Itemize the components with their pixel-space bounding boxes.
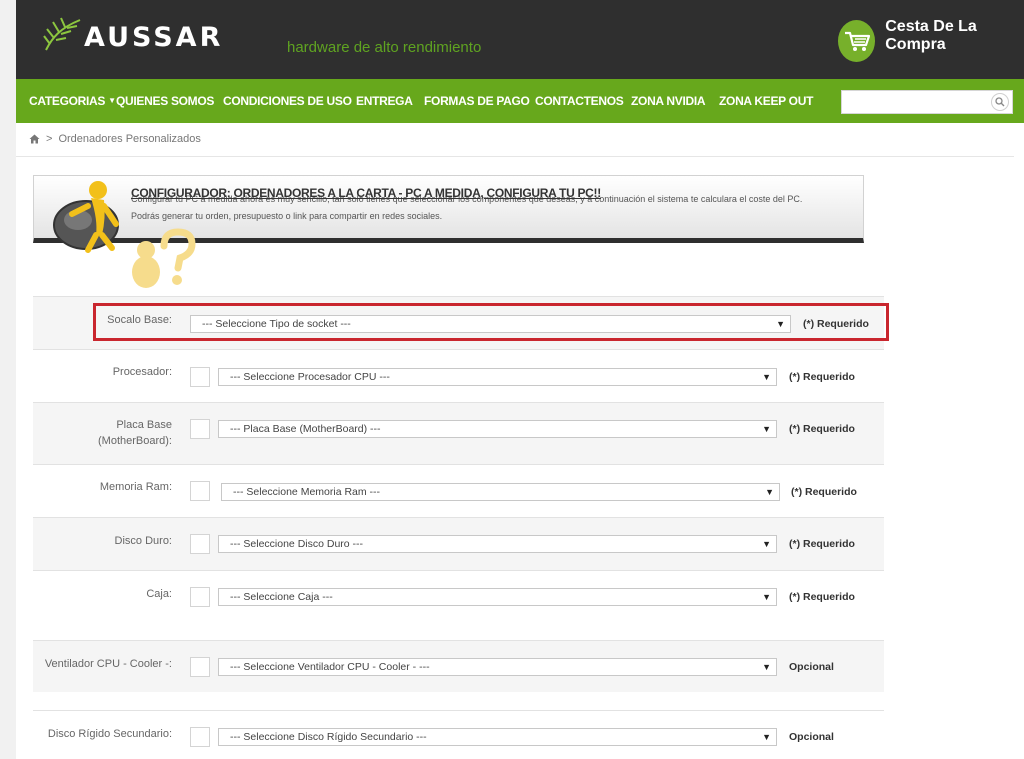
- field-label: Disco Duro:: [114, 535, 172, 547]
- field-label: Procesador:: [112, 366, 172, 378]
- fern-logo-icon: [43, 17, 81, 51]
- left-margin-strip: [0, 0, 16, 759]
- chevron-down-icon: ▼: [762, 372, 771, 382]
- nav-item-condiciones-de-uso[interactable]: CONDICIONES DE USO: [223, 79, 352, 123]
- form-row-memoria-ram: Memoria Ram: --- Seleccione Memoria Ram …: [33, 464, 884, 517]
- main-nav: CATEGORIAS ▼ QUIENES SOMOS CONDICIONES DE…: [16, 79, 1024, 123]
- logo-text: AUSSAR: [84, 22, 224, 53]
- select-value: --- Seleccione Disco Rígido Secundario -…: [230, 731, 427, 743]
- nav-item-entrega[interactable]: ENTREGA: [356, 79, 413, 123]
- chevron-down-icon: ▼: [762, 732, 771, 742]
- secondary-disk-select[interactable]: --- Seleccione Disco Rígido Secundario -…: [218, 728, 777, 746]
- cooler-select[interactable]: --- Seleccione Ventilador CPU - Cooler -…: [218, 658, 777, 676]
- form-row-disco-duro: Disco Duro: --- Seleccione Disco Duro --…: [33, 517, 884, 570]
- component-checkbox[interactable]: [190, 419, 210, 439]
- required-label: (*) Requerido: [789, 591, 855, 603]
- chevron-down-icon: ▼: [762, 662, 771, 672]
- nav-item-categorias[interactable]: CATEGORIAS ▼: [29, 79, 116, 123]
- form-row-disco-secundario: Disco Rígido Secundario: --- Seleccione …: [33, 710, 884, 759]
- optional-label: Opcional: [789, 661, 834, 673]
- ram-select[interactable]: --- Seleccione Memoria Ram --- ▼: [221, 483, 780, 501]
- nav-item-label: CONDICIONES DE USO: [223, 94, 352, 108]
- breadcrumb-separator: >: [46, 133, 53, 145]
- field-label: Ventilador CPU - Cooler -:: [44, 658, 172, 670]
- chevron-down-icon: ▼: [762, 539, 771, 549]
- nav-item-formas-de-pago[interactable]: FORMAS DE PAGO: [424, 79, 530, 123]
- site-logo[interactable]: AUSSAR: [42, 14, 262, 60]
- nav-item-label: FORMAS DE PAGO: [424, 94, 530, 108]
- nav-item-contactenos[interactable]: CONTACTENOS: [535, 79, 624, 123]
- required-label: (*) Requerido: [791, 486, 857, 498]
- nav-item-label: CONTACTENOS: [535, 94, 624, 108]
- cart-label: Cesta De La Compra: [885, 18, 977, 53]
- breadcrumb: > Ordenadores Personalizados: [29, 133, 201, 145]
- hard-disk-select[interactable]: --- Seleccione Disco Duro --- ▼: [218, 535, 777, 553]
- shopping-cart-link[interactable]: Cesta De La Compra: [838, 18, 1024, 62]
- nav-item-label: CATEGORIAS: [29, 94, 106, 108]
- component-checkbox[interactable]: [190, 481, 210, 501]
- chevron-down-icon: ▼: [762, 592, 771, 602]
- nav-item-label: QUIENES SOMOS: [116, 94, 215, 108]
- form-row-caja: Caja: --- Seleccione Caja --- ▼ (*) Reque…: [33, 570, 884, 640]
- annotation-highlight-box: [93, 303, 889, 341]
- nav-item-label: ENTREGA: [356, 94, 413, 108]
- component-checkbox[interactable]: [190, 587, 210, 607]
- nav-item-quienes-somos[interactable]: QUIENES SOMOS: [116, 79, 214, 123]
- select-value: --- Seleccione Ventilador CPU - Cooler -…: [230, 661, 430, 673]
- select-value: --- Seleccione Memoria Ram ---: [233, 486, 381, 498]
- site-header: AUSSAR hardware de alto rendimiento Cest…: [16, 0, 1024, 79]
- site-tagline: hardware de alto rendimiento: [287, 39, 482, 56]
- select-value: --- Seleccione Procesador CPU ---: [230, 371, 390, 383]
- required-label: (*) Requerido: [789, 371, 855, 383]
- form-row-ventilador: Ventilador CPU - Cooler -: --- Seleccion…: [33, 640, 884, 692]
- nav-item-label: ZONA KEEP OUT: [719, 94, 814, 108]
- select-value: --- Placa Base (MotherBoard) ---: [230, 423, 381, 435]
- nav-item-zona-keep-out[interactable]: ZONA KEEP OUT: [719, 79, 813, 123]
- component-checkbox[interactable]: [190, 534, 210, 554]
- search-icon[interactable]: [991, 93, 1009, 111]
- chevron-down-icon: ▼: [108, 96, 116, 105]
- motherboard-select[interactable]: --- Placa Base (MotherBoard) --- ▼: [218, 420, 777, 438]
- field-label: Caja:: [146, 588, 172, 600]
- field-label: Disco Rígido Secundario:: [47, 728, 172, 740]
- divider: [16, 156, 1014, 157]
- component-checkbox[interactable]: [190, 367, 210, 387]
- component-checkbox[interactable]: [190, 727, 210, 747]
- chevron-down-icon: ▼: [762, 424, 771, 434]
- banner-title: CONFIGURADOR: ORDENADORES A LA CARTA - P…: [131, 186, 601, 200]
- nav-item-zona-nvidia[interactable]: ZONA NVIDIA: [631, 79, 706, 123]
- breadcrumb-current: Ordenadores Personalizados: [58, 133, 201, 145]
- form-row-procesador: Procesador: --- Seleccione Procesador CP…: [33, 349, 884, 402]
- case-select[interactable]: --- Seleccione Caja --- ▼: [218, 588, 777, 606]
- required-label: (*) Requerido: [789, 423, 855, 435]
- optional-label: Opcional: [789, 731, 834, 743]
- form-row-placa-base: Placa Base (MotherBoard): --- Placa Base…: [33, 402, 884, 464]
- select-value: --- Seleccione Caja ---: [230, 591, 333, 603]
- chevron-down-icon: ▼: [765, 487, 774, 497]
- processor-select[interactable]: --- Seleccione Procesador CPU --- ▼: [218, 368, 777, 386]
- required-label: (*) Requerido: [789, 538, 855, 550]
- home-icon[interactable]: [29, 134, 40, 144]
- field-label: Memoria Ram:: [99, 481, 172, 493]
- nav-item-label: ZONA NVIDIA: [631, 94, 706, 108]
- select-value: --- Seleccione Disco Duro ---: [230, 538, 364, 550]
- field-label: Placa Base (MotherBoard):: [98, 419, 172, 447]
- shopping-cart-icon: [838, 20, 876, 62]
- search-input[interactable]: [841, 90, 1013, 114]
- component-checkbox[interactable]: [190, 657, 210, 677]
